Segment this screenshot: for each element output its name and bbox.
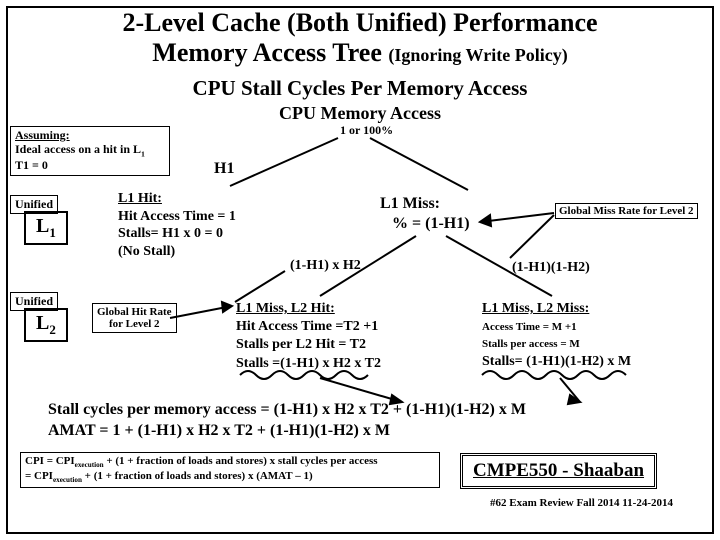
cpi-box: CPI = CPIexecution + (1 + fraction of lo… <box>20 452 440 488</box>
equations: Stall cycles per memory access = (1-H1) … <box>48 400 526 442</box>
assume-l1: Assuming: <box>15 128 70 142</box>
h1-label: H1 <box>214 160 234 178</box>
l1-box: L1 <box>24 211 68 245</box>
assume-l2: Ideal access on a hit in L <box>15 142 141 156</box>
root-prob: 1 or 100% <box>340 123 393 138</box>
course-box: CMPE550 - Shaaban <box>460 453 657 489</box>
global-miss-rate-box: Global Miss Rate for Level 2 <box>555 203 698 219</box>
global-hit-rate-box: Global Hit Ratefor Level 2 <box>92 303 177 333</box>
title2-note: (Ignoring Write Policy) <box>388 45 567 65</box>
h2-right-label: (1-H1)(1-H2) <box>512 260 590 276</box>
assumption-box: Assuming: Ideal access on a hit in L1 T1… <box>10 126 170 176</box>
l2-miss-block: L1 Miss, L2 Miss: Access Time = M +1 Sta… <box>482 300 702 370</box>
l2-box: L2 <box>24 308 68 342</box>
title2-main: Memory Access Tree <box>152 38 382 67</box>
l1-miss-block: L1 Miss: % = (1-H1) <box>380 194 470 234</box>
h2-left-label: (1-H1) x H2 <box>290 258 361 274</box>
l1-hit-block: L1 Hit: Hit Access Time = 1 Stalls= H1 x… <box>118 190 288 260</box>
title-line2: Memory Access Tree (Ignoring Write Polic… <box>0 38 720 68</box>
subtitle-stall: CPU Stall Cycles Per Memory Access <box>0 76 720 101</box>
subtitle-cpu-access: CPU Memory Access <box>0 103 720 124</box>
assume-l3: T1 = 0 <box>15 158 48 172</box>
title-line1: 2-Level Cache (Both Unified) Performance <box>0 8 720 38</box>
footer-text: #62 Exam Review Fall 2014 11-24-2014 <box>490 497 673 509</box>
l2-hit-block: L1 Miss, L2 Hit: Hit Access Time =T2 +1 … <box>236 300 466 373</box>
